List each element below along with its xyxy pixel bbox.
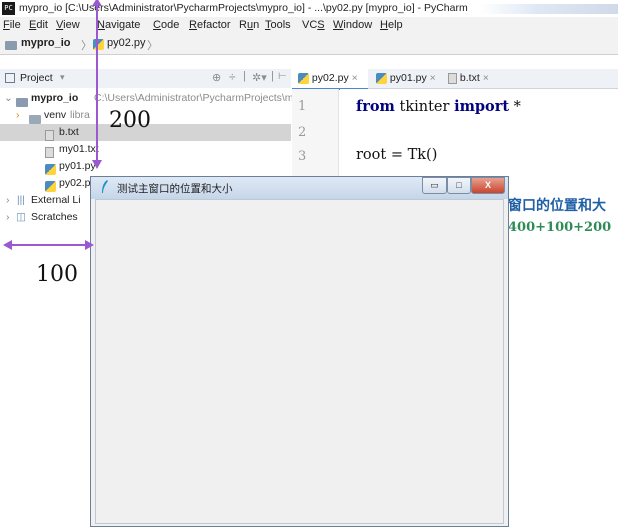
- annotation-y-offset: 200: [109, 108, 151, 133]
- arrow-head-right: [85, 240, 94, 250]
- arrow-head-down: [92, 160, 102, 169]
- arrow-head-left: [3, 240, 12, 250]
- arrow-head-up: [92, 0, 102, 6]
- annotation-arrows: [3, 0, 102, 250]
- annotation-x-offset: 100: [36, 262, 78, 287]
